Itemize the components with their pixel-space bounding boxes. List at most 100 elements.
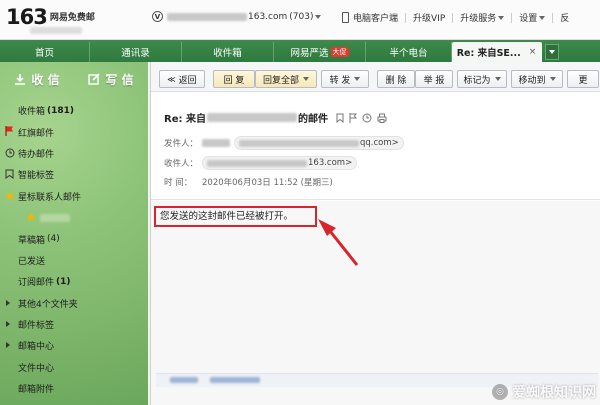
phone-icon [342, 12, 349, 23]
folder-attachments[interactable]: 邮箱附件 [0, 378, 148, 399]
top-links: 电脑客户端 升级VIP 升级服务 设置 反 [342, 11, 569, 24]
footer-link-blurred[interactable] [170, 377, 198, 383]
subject-suffix: 的邮件 [297, 114, 328, 125]
upgrade-service-link[interactable]: 升级服务 [460, 11, 496, 24]
tab-bar: 首页 通讯录 收件箱 网易严选 大促 半个电台 Re: 来自SE... × [0, 40, 600, 62]
tab-yanxuan[interactable]: 网易严选 大促 [274, 42, 366, 62]
chevron-right-icon [6, 299, 10, 306]
mark-as-button[interactable]: 标记为 [457, 70, 507, 88]
folder-label: 文件中心 [18, 363, 55, 374]
report-button[interactable]: 举 报 [415, 70, 453, 88]
chevron-down-icon [549, 50, 555, 54]
back-button[interactable]: ≪ 返回 [159, 70, 205, 88]
subject-blurred [206, 113, 297, 122]
clock-icon[interactable] [362, 113, 372, 123]
chevron-right-icon [6, 342, 10, 349]
folder-drafts[interactable]: 草稿箱 (4) [0, 228, 148, 249]
mail-logo[interactable]: 163 网易免费邮 [6, 5, 95, 29]
edit-icon [88, 73, 100, 85]
subject-actions [336, 112, 387, 123]
flag-icon [5, 126, 13, 137]
top-header: 163 网易免费邮 V 163.com (703) 电脑客户端 升级VIP 升级… [0, 0, 600, 40]
folder-label: 已发送 [18, 256, 46, 267]
delete-button[interactable]: 删 除 [377, 70, 415, 88]
folder-file-center[interactable]: 文件中心 [0, 357, 148, 378]
settings-link[interactable]: 设置 [519, 11, 537, 24]
more-label: 更 [578, 75, 588, 86]
folder-starred-contacts[interactable]: 星标联系人邮件 [0, 186, 148, 207]
tab-more-button[interactable] [545, 44, 559, 60]
bookmark-icon[interactable] [336, 113, 344, 123]
move-to-button[interactable]: 移动到 [511, 70, 563, 88]
folder-inbox[interactable]: 收件箱 (181) [0, 100, 148, 121]
subject-prefix: Re: 来自 [164, 114, 206, 125]
folder-flagged[interactable]: 红旗邮件 [0, 121, 148, 142]
unread-count: (703) [289, 11, 314, 22]
more-button[interactable]: 更 [567, 70, 599, 88]
desktop-client-link[interactable]: 电脑客户端 [353, 11, 398, 24]
folder-smart-tags[interactable]: 智能标签 [0, 164, 148, 185]
folder-todo[interactable]: 待办邮件 [0, 143, 148, 164]
time-value: 2020年06月03日 11:52 (星期三) [202, 178, 333, 188]
user-account[interactable]: V 163.com (703) [152, 11, 322, 22]
mail-header: Re: 来自 的邮件 发件人： qq.com> 收件人： 163.com> 时 … [151, 92, 600, 200]
folder-mail-tags[interactable]: 邮件标签 [0, 314, 148, 335]
star-icon [5, 191, 15, 200]
tab-radio[interactable]: 半个电台 [366, 42, 452, 62]
download-icon [15, 74, 26, 85]
time-row: 时 间： 2020年06月03日 11:52 (星期三) [164, 176, 333, 188]
reply-label: 回 复 [223, 75, 245, 86]
tab-label: 收件箱 [213, 48, 242, 59]
chevron-down-icon [354, 77, 361, 81]
folder-starred-contact-item[interactable] [0, 207, 148, 228]
folder-sent[interactable]: 已发送 [0, 250, 148, 271]
report-label: 举 报 [423, 75, 445, 86]
star-icon [26, 212, 36, 222]
reply-all-label: 回复全部 [262, 75, 299, 86]
recipient-domain: 163.com> [308, 158, 353, 168]
folder-subscriptions[interactable]: 订阅邮件 (1) [0, 271, 148, 292]
folder-list: 收件箱 (181) 红旗邮件 待办邮件 智能标签 星标联系人邮件 草稿箱 (4)… [0, 100, 148, 399]
back-label: 返回 [178, 75, 197, 86]
recipient-address[interactable]: 163.com> [202, 156, 358, 170]
folder-label: 星标联系人邮件 [18, 192, 82, 203]
clock-icon [5, 148, 15, 158]
sender-address[interactable]: qq.com> [234, 136, 404, 150]
reply-button[interactable]: 回 复 [213, 70, 255, 88]
tab-home[interactable]: 首页 [0, 42, 90, 62]
print-icon[interactable] [377, 113, 387, 123]
folder-mailbox-center[interactable]: 邮箱中心 [0, 335, 148, 356]
watermark-text: 爱蜘根知识网 [512, 385, 596, 401]
tab-label: 通讯录 [121, 48, 150, 59]
chevron-down-icon [539, 15, 546, 20]
tab-current-mail[interactable]: Re: 来自SE... × [452, 42, 542, 62]
mail-subject: Re: 来自 的邮件 [164, 110, 387, 125]
chevron-down-icon [498, 15, 505, 20]
receive-mail-button[interactable]: 收 信 [0, 62, 74, 96]
write-mail-button[interactable]: 写 信 [74, 62, 148, 96]
highlight-box [154, 206, 317, 227]
sender-address-blurred [239, 139, 359, 147]
vip-badge-icon: V [152, 11, 163, 22]
tab-contacts[interactable]: 通讯录 [90, 42, 182, 62]
user-name-blurred [167, 12, 247, 21]
close-icon[interactable]: × [529, 47, 537, 57]
tab-inbox[interactable]: 收件箱 [182, 42, 274, 62]
promo-badge: 大促 [330, 47, 349, 57]
write-mail-label: 写 信 [105, 72, 134, 87]
folder-label: 草稿箱 [18, 235, 46, 246]
from-label: 发件人： [164, 139, 199, 149]
chevron-right-icon [6, 320, 10, 327]
folder-count: (4) [47, 234, 60, 245]
feedback-link[interactable]: 反 [560, 11, 569, 24]
mail-toolbar: ≪ 返回 回 复 回复全部 转 发 删 除 举 报 标记为 移动到 更 [151, 62, 600, 92]
upgrade-vip-link[interactable]: 升级VIP [413, 11, 445, 24]
reply-all-button[interactable]: 回复全部 [255, 70, 317, 88]
sender-domain: qq.com> [360, 138, 399, 148]
sender-row: 发件人： qq.com> [164, 136, 404, 150]
folder-label: 智能标签 [18, 171, 55, 182]
tab-label: Re: 来自SE... [456, 48, 521, 59]
folder-other-folders[interactable]: 其他4个文件夹 [0, 293, 148, 314]
forward-button[interactable]: 转 发 [321, 70, 369, 88]
flag-outline-icon[interactable] [349, 112, 357, 123]
